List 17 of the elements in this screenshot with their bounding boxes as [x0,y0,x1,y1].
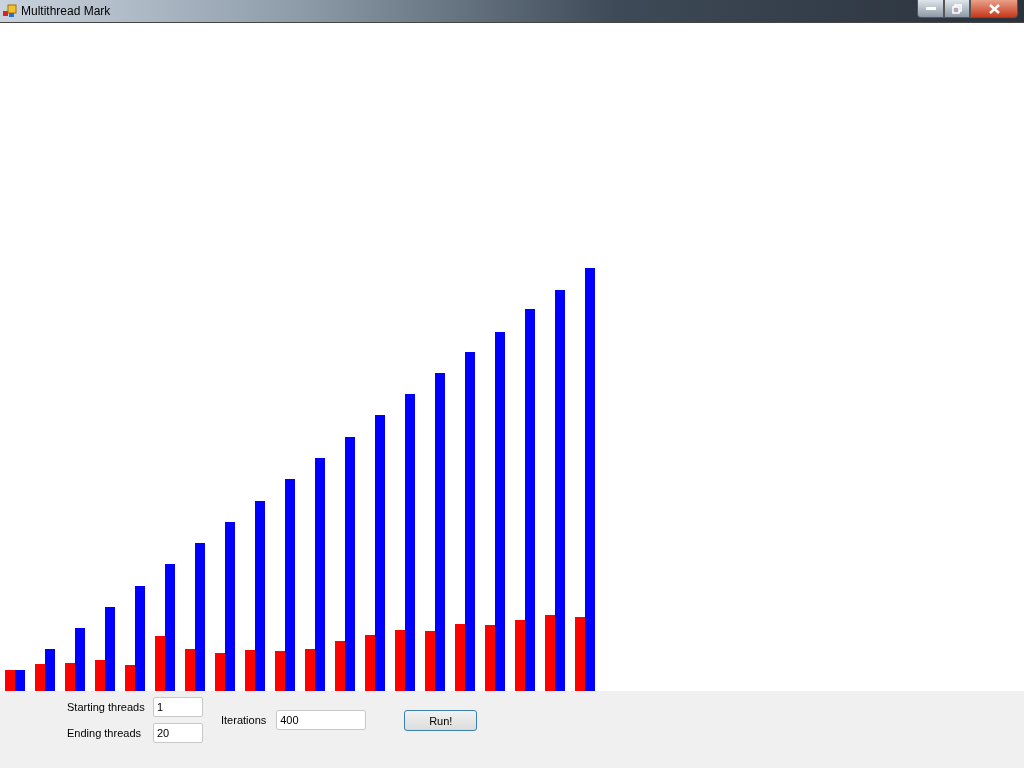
app-icon [3,4,17,18]
close-icon [988,3,1000,14]
close-button[interactable] [970,0,1018,18]
window-title: Multithread Mark [21,4,112,18]
input-field[interactable]: 400 [276,710,367,730]
restore-icon [952,3,962,14]
field-label: Iterations [221,714,267,726]
input-field[interactable]: 1 [153,697,203,717]
input-field[interactable]: 20 [153,723,203,743]
field-label: Starting threads [67,701,146,713]
chart-bar [5,670,15,691]
minimize-icon [925,6,936,11]
field-label: Ending threads [67,727,142,739]
chart-bar [15,670,25,691]
restore-button[interactable] [944,0,970,18]
run-button[interactable]: Run! [404,710,478,731]
minimize-button[interactable] [917,0,944,18]
